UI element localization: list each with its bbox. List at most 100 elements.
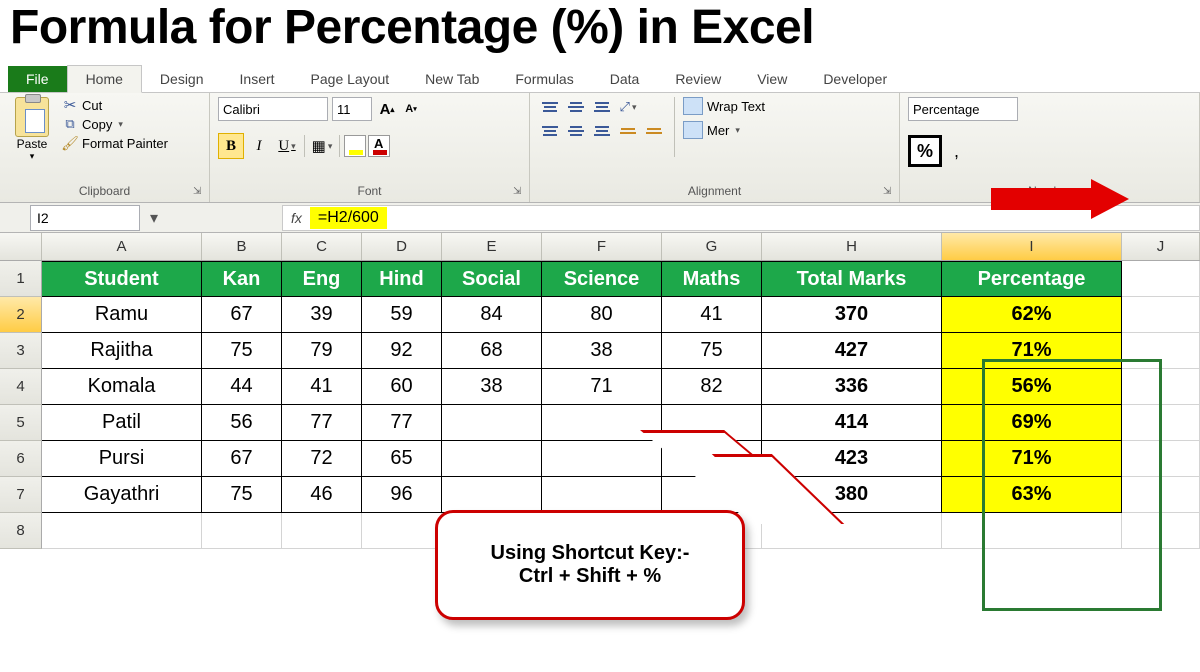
cell[interactable]: Maths: [662, 261, 762, 297]
cell[interactable]: 62%: [942, 297, 1122, 333]
name-box-dropdown[interactable]: ▾: [146, 208, 162, 228]
align-bottom-button[interactable]: [590, 97, 614, 117]
cell[interactable]: [1122, 297, 1200, 333]
format-painter-button[interactable]: 🖌 Format Painter: [62, 135, 168, 151]
cell[interactable]: 370: [762, 297, 942, 333]
cell[interactable]: 67: [202, 441, 282, 477]
col-header-D[interactable]: D: [362, 233, 442, 260]
cell[interactable]: [542, 405, 662, 441]
borders-button[interactable]: ▦: [309, 133, 335, 159]
cell[interactable]: 75: [202, 477, 282, 513]
comma-style-button[interactable]: ,: [948, 137, 965, 166]
cell[interactable]: [1122, 513, 1200, 549]
cell[interactable]: 75: [662, 333, 762, 369]
cell[interactable]: 92: [362, 333, 442, 369]
cell[interactable]: [1122, 369, 1200, 405]
cell[interactable]: Ramu: [42, 297, 202, 333]
col-header-B[interactable]: B: [202, 233, 282, 260]
cell[interactable]: Percentage: [942, 261, 1122, 297]
align-right-button[interactable]: [590, 121, 614, 141]
tab-file[interactable]: File: [8, 66, 67, 92]
cell[interactable]: 56%: [942, 369, 1122, 405]
cell[interactable]: Total Marks: [762, 261, 942, 297]
font-dialog-launcher[interactable]: ⇲: [513, 186, 526, 199]
cell[interactable]: [542, 441, 662, 477]
cell[interactable]: 41: [282, 369, 362, 405]
cell[interactable]: Rajitha: [42, 333, 202, 369]
cell[interactable]: 69%: [942, 405, 1122, 441]
tab-home[interactable]: Home: [67, 65, 142, 93]
cell[interactable]: 65: [362, 441, 442, 477]
cell[interactable]: Eng: [282, 261, 362, 297]
row-header-1[interactable]: 1: [0, 261, 42, 297]
col-header-J[interactable]: J: [1122, 233, 1200, 260]
cell[interactable]: 56: [202, 405, 282, 441]
name-box[interactable]: [30, 205, 140, 231]
cell[interactable]: Science: [542, 261, 662, 297]
cell[interactable]: 68: [442, 333, 542, 369]
col-header-E[interactable]: E: [442, 233, 542, 260]
formula-input[interactable]: =H2/600: [310, 207, 387, 229]
cell[interactable]: Kan: [202, 261, 282, 297]
select-all-corner[interactable]: [0, 233, 42, 260]
row-header-6[interactable]: 6: [0, 441, 42, 477]
tab-review[interactable]: Review: [657, 66, 739, 92]
cell[interactable]: Komala: [42, 369, 202, 405]
cell[interactable]: 38: [542, 333, 662, 369]
row-header-8[interactable]: 8: [0, 513, 42, 549]
cell[interactable]: 71%: [942, 441, 1122, 477]
cell[interactable]: 336: [762, 369, 942, 405]
align-top-button[interactable]: [538, 97, 562, 117]
cell[interactable]: 414: [762, 405, 942, 441]
italic-button[interactable]: I: [246, 133, 272, 159]
tab-developer[interactable]: Developer: [805, 66, 905, 92]
clipboard-dialog-launcher[interactable]: ⇲: [193, 186, 206, 199]
row-header-5[interactable]: 5: [0, 405, 42, 441]
cell[interactable]: 67: [202, 297, 282, 333]
cell[interactable]: Student: [42, 261, 202, 297]
cell[interactable]: 63%: [942, 477, 1122, 513]
col-header-G[interactable]: G: [662, 233, 762, 260]
cell[interactable]: 77: [282, 405, 362, 441]
tab-new-tab[interactable]: New Tab: [407, 66, 497, 92]
decrease-indent-button[interactable]: [616, 121, 640, 141]
cell[interactable]: [1122, 477, 1200, 513]
cell[interactable]: [282, 513, 362, 549]
cell[interactable]: 71: [542, 369, 662, 405]
cell[interactable]: 60: [362, 369, 442, 405]
row-header-3[interactable]: 3: [0, 333, 42, 369]
row-header-7[interactable]: 7: [0, 477, 42, 513]
copy-button[interactable]: ⧉ Copy: [62, 116, 168, 132]
cell[interactable]: [362, 513, 442, 549]
align-middle-button[interactable]: [564, 97, 588, 117]
cell[interactable]: [1122, 333, 1200, 369]
cell[interactable]: 59: [362, 297, 442, 333]
cell[interactable]: [942, 513, 1122, 549]
cell[interactable]: 79: [282, 333, 362, 369]
col-header-C[interactable]: C: [282, 233, 362, 260]
cell[interactable]: 41: [662, 297, 762, 333]
col-header-H[interactable]: H: [762, 233, 942, 260]
cell[interactable]: 84: [442, 297, 542, 333]
cell[interactable]: Hind: [362, 261, 442, 297]
cell[interactable]: [442, 441, 542, 477]
tab-insert[interactable]: Insert: [222, 66, 293, 92]
cell[interactable]: 72: [282, 441, 362, 477]
grow-font-button[interactable]: A▴: [376, 98, 398, 120]
percent-style-button[interactable]: %: [908, 135, 942, 167]
bold-button[interactable]: B: [218, 133, 244, 159]
cell[interactable]: [1122, 261, 1200, 297]
cell[interactable]: 77: [362, 405, 442, 441]
merge-button[interactable]: Mer: [683, 121, 765, 139]
cut-button[interactable]: ✂ Cut: [62, 97, 168, 113]
shrink-font-button[interactable]: A▾: [400, 98, 422, 120]
row-header-2[interactable]: 2: [0, 297, 42, 333]
tab-formulas[interactable]: Formulas: [497, 66, 591, 92]
font-name-select[interactable]: [218, 97, 328, 121]
cell[interactable]: 71%: [942, 333, 1122, 369]
increase-indent-button[interactable]: [642, 121, 666, 141]
orientation-button[interactable]: ⤢: [616, 97, 640, 117]
tab-design[interactable]: Design: [142, 66, 222, 92]
fill-color-button[interactable]: [344, 135, 366, 157]
cell[interactable]: Social: [442, 261, 542, 297]
